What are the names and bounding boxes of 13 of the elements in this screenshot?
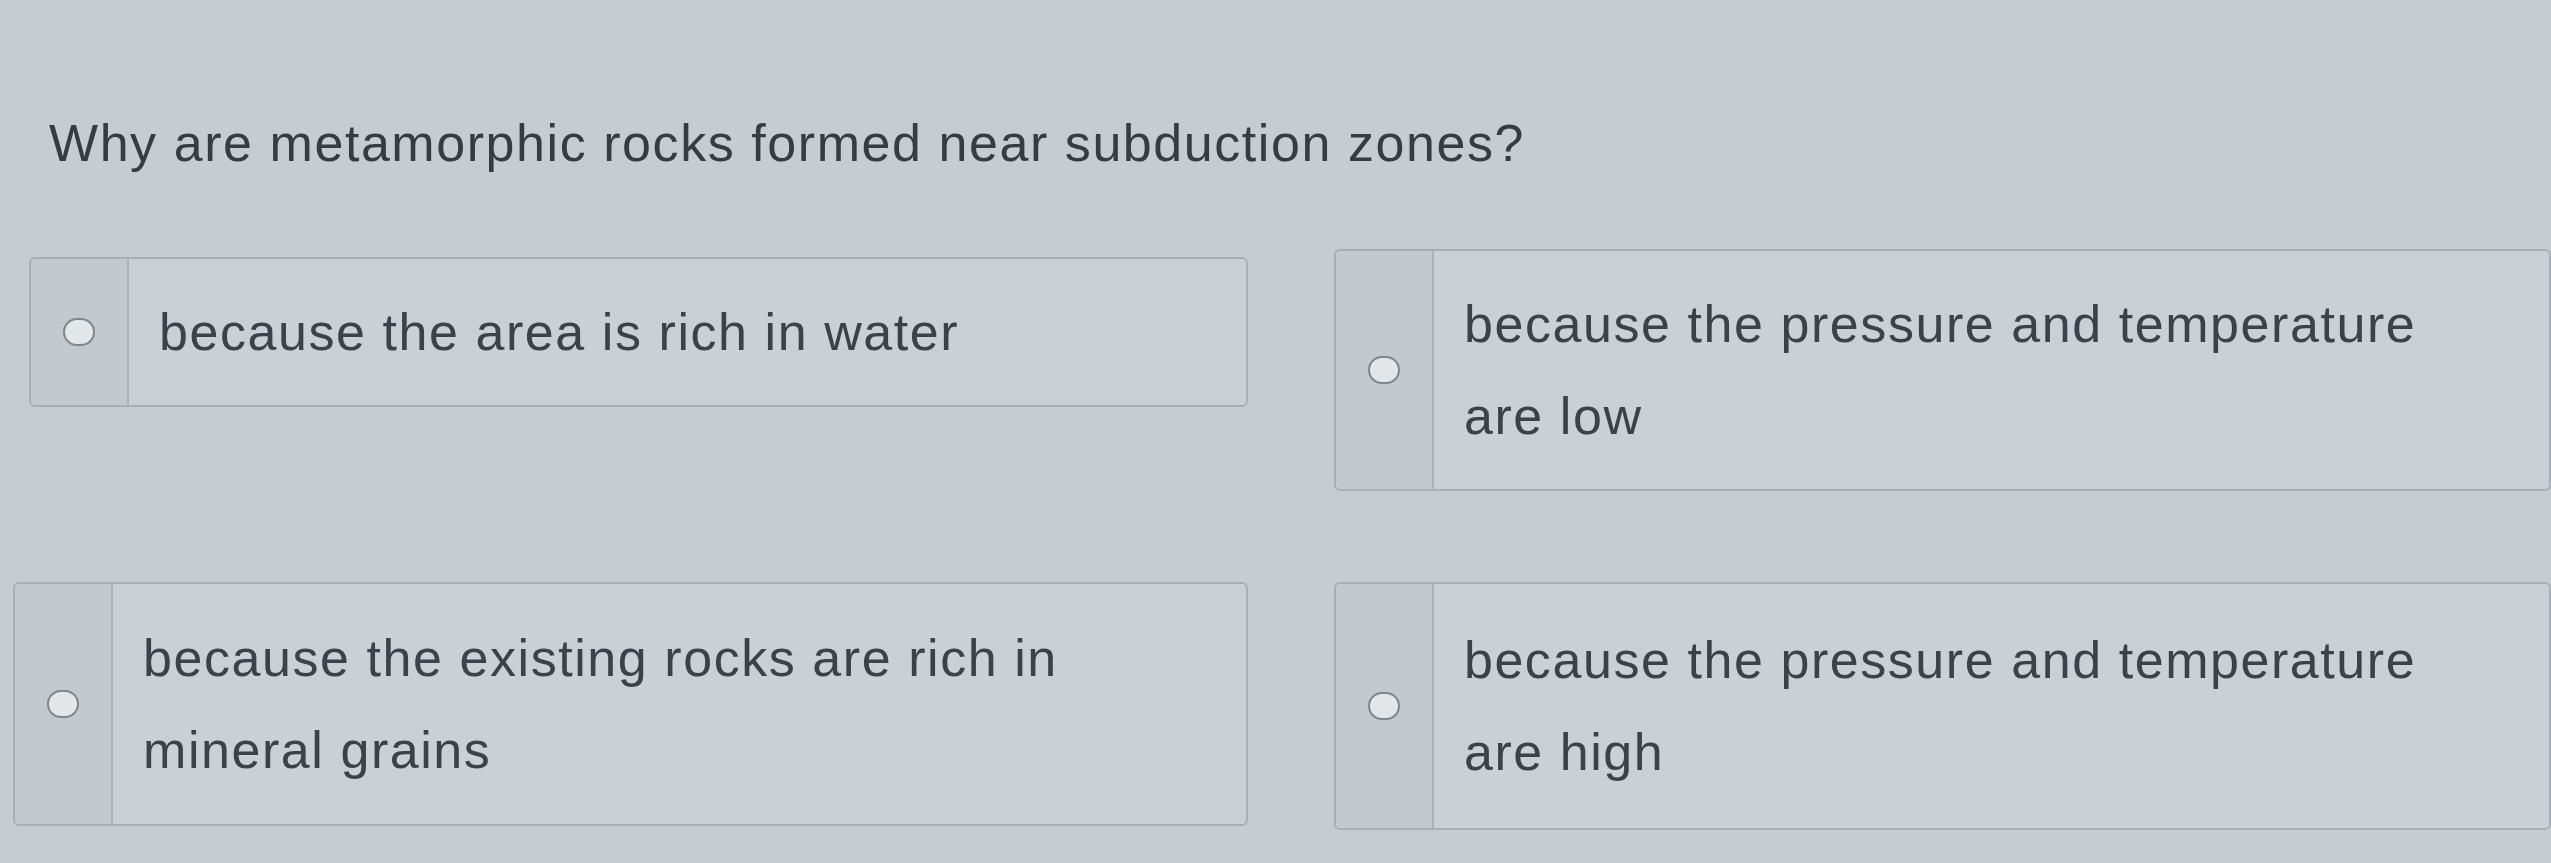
- answer-option[interactable]: because the pressure and temperature are low: [1334, 249, 2551, 491]
- option-label: because the pressure and temperature are high: [1463, 630, 2418, 783]
- option-label: because the pressure and temperature are low: [1464, 294, 2418, 447]
- option-label: because the existing rocks are rich in mineral grains: [143, 628, 1059, 781]
- radio-button[interactable]: [1367, 692, 1400, 720]
- answer-option[interactable]: because the pressure and temperature are high: [1333, 582, 2551, 830]
- question-text: Why are metamorphic rocks formed near subduction zones?: [49, 114, 1525, 172]
- answer-option[interactable]: because the existing rocks are rich in mineral grains: [13, 582, 1248, 826]
- answer-option[interactable]: because the area is rich in water: [29, 257, 1248, 407]
- option-label: because the area is rich in water: [159, 302, 960, 363]
- radio-button[interactable]: [47, 690, 79, 718]
- radio-button[interactable]: [1368, 356, 1400, 384]
- radio-button[interactable]: [63, 318, 95, 346]
